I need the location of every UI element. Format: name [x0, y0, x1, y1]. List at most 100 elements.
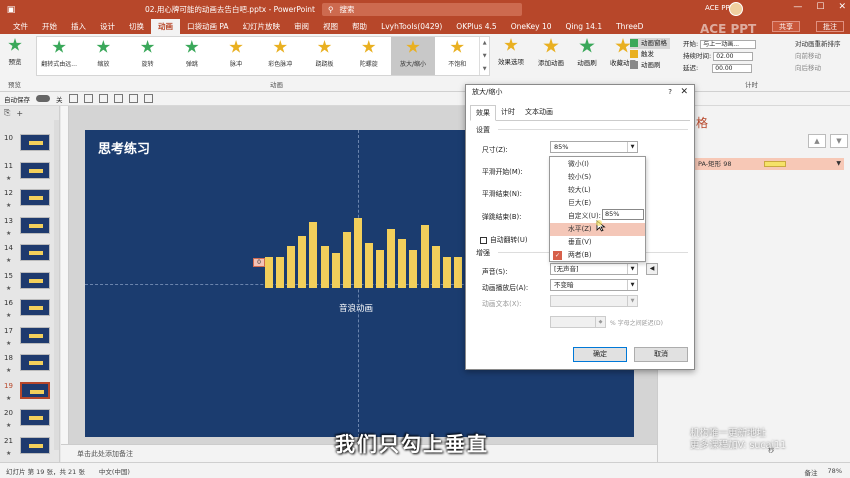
tab-6[interactable]: 口袋动画 PA [180, 19, 236, 34]
tab-15[interactable]: ThreeD [609, 19, 650, 34]
cancel-button[interactable]: 取消 [634, 347, 688, 362]
autosave-toggle[interactable] [36, 95, 50, 102]
comment-button[interactable]: 批注 [816, 21, 844, 32]
duration-input[interactable]: 02.00 [713, 51, 754, 61]
tab-7[interactable]: 幻灯片放映 [236, 19, 288, 34]
sound-wave-bar[interactable] [453, 256, 462, 288]
size-option[interactable]: ✓ 两者(B) [550, 249, 645, 262]
slide-thumbnail[interactable]: 14 ★ [4, 244, 59, 269]
notes-toggle[interactable]: 备注 [805, 467, 818, 477]
auto-reverse-checkbox[interactable]: 自动翻转(U) [480, 234, 527, 244]
sound-volume-icon[interactable]: ◀ [646, 263, 658, 275]
chevron-down-icon[interactable]: ▼ [836, 158, 841, 170]
size-option[interactable]: 垂直(V) [550, 236, 645, 249]
maximize-button[interactable]: ☐ [816, 2, 824, 12]
slide-thumbnail[interactable]: 15 ★ [4, 271, 59, 297]
slide-thumbnail[interactable]: 13 ★ [4, 216, 59, 242]
animation-pane-button[interactable]: 动画窗格 [630, 38, 670, 49]
sound-wave-bar[interactable] [353, 218, 362, 288]
move-earlier-button[interactable]: 向前移动 [795, 50, 841, 62]
close-button[interactable]: ✕ [838, 2, 846, 12]
zoom-level[interactable]: 78% [828, 467, 842, 477]
sound-wave-bar[interactable] [431, 246, 440, 288]
slide-thumbnail[interactable]: 17 ★ [4, 326, 59, 352]
ok-button[interactable]: 确定 [573, 347, 627, 362]
animation-gallery-item[interactable]: 缩放 [81, 37, 125, 75]
move-up-button[interactable]: ▲ [808, 134, 826, 148]
sound-wave-bar[interactable] [420, 225, 429, 288]
slide-thumbnail[interactable]: 18 ★ [4, 354, 59, 379]
distribute-icon[interactable] [143, 94, 153, 103]
redo-icon[interactable] [98, 94, 108, 103]
tab-14[interactable]: Qing 14.1 [559, 19, 610, 34]
anim-painter-button[interactable]: 动画刷 [571, 38, 603, 67]
trigger-button[interactable]: 触发 [630, 49, 670, 60]
tab-5[interactable]: 动画 [151, 19, 180, 34]
sound-wave-bar[interactable] [409, 249, 418, 288]
start-select[interactable]: 与上一动画... [700, 39, 757, 49]
delay-input[interactable]: 00.00 [712, 63, 753, 73]
tab-effect[interactable]: 效果 [470, 105, 496, 121]
slide-thumbnail[interactable]: 20 ★ [4, 409, 59, 434]
slide-caption[interactable]: 音浪动画 [339, 302, 373, 314]
sound-wave-bar[interactable] [387, 228, 396, 288]
sound-select[interactable]: [无声音] ▼ [550, 263, 638, 275]
animation-tag[interactable]: 0 [253, 258, 265, 267]
more-icon[interactable]: ▼ [483, 66, 487, 72]
size-option[interactable]: 微小(I) [550, 158, 645, 171]
language-indicator[interactable]: 中文(中国) [99, 466, 130, 476]
sound-wave-bar[interactable] [331, 253, 340, 288]
tab-11[interactable]: LvyhTools(0429) [374, 19, 449, 34]
sound-wave-bar[interactable] [309, 221, 318, 288]
save-icon[interactable]: ▣ [6, 5, 16, 15]
tab-12[interactable]: OKPlus 4.5 [449, 19, 503, 34]
sound-wave-bar[interactable] [365, 242, 373, 288]
size-select[interactable]: 85% ▼ [550, 141, 638, 153]
tab-8[interactable]: 审阅 [287, 19, 316, 34]
slide-thumbnail[interactable]: 10 [4, 134, 59, 159]
new-section-icon[interactable]: ⎘ [4, 108, 10, 118]
tab-13[interactable]: OneKey 10 [504, 19, 559, 34]
tab-1[interactable]: 开始 [35, 19, 64, 34]
anim-brush-button[interactable]: 动画刷 [630, 60, 670, 71]
effect-options-button[interactable]: 效果选项 [495, 38, 527, 66]
animation-gallery-item[interactable]: 跷跷板 [302, 37, 346, 75]
sound-wave-bar[interactable] [376, 249, 385, 288]
help-button[interactable]: ? [668, 85, 672, 99]
animation-gallery-item[interactable]: 彩色脉冲 [258, 37, 302, 75]
after-animation-select[interactable]: 不变暗 ▼ [550, 279, 638, 291]
dialog-close-button[interactable]: ✕ [680, 85, 688, 99]
tab-text-animation[interactable]: 文本动画 [520, 105, 558, 120]
slide-thumbnail[interactable]: 21 ★ [4, 436, 59, 462]
tab-10[interactable]: 帮助 [345, 19, 374, 34]
animation-gallery-item[interactable]: 翻转式由远... [37, 37, 81, 75]
animation-gallery-item[interactable]: 弹跳 [170, 37, 214, 75]
animation-gallery-item[interactable]: 旋转 [125, 37, 169, 75]
sound-wave-bar[interactable] [287, 246, 296, 288]
animation-gallery-item[interactable]: 脉冲 [214, 37, 258, 75]
sound-wave-bar[interactable] [265, 256, 273, 288]
chevron-up-icon[interactable]: ▲ [483, 40, 487, 46]
preview-button[interactable]: 预览 [4, 38, 26, 66]
tab-0[interactable]: 文件 [6, 19, 35, 34]
animation-list-item[interactable]: PA-矩形 98 ▼ [694, 158, 844, 170]
tab-4[interactable]: 切换 [122, 19, 151, 34]
add-animation-button[interactable]: 添加动画 [535, 38, 567, 67]
undo-icon[interactable] [83, 94, 93, 103]
sound-wave-bar[interactable] [442, 256, 451, 288]
add-slide-icon[interactable]: + [16, 109, 23, 118]
tab-9[interactable]: 视图 [316, 19, 345, 34]
sound-wave-bar[interactable] [398, 239, 407, 288]
slide-thumbnail[interactable]: 12 ★ [4, 189, 59, 214]
slide-thumbnail[interactable]: 16 ★ [4, 299, 59, 324]
move-down-button[interactable]: ▼ [830, 134, 848, 148]
search-box[interactable]: ⚲ 搜索 [322, 3, 522, 16]
avatar[interactable] [729, 2, 743, 16]
sound-wave-bars[interactable] [265, 218, 465, 288]
format-painter-icon[interactable] [113, 94, 123, 103]
minimize-button[interactable]: — [793, 2, 802, 12]
custom-size-input[interactable]: 85% [602, 209, 644, 220]
tab-3[interactable]: 设计 [93, 19, 122, 34]
slide-thumbnail[interactable]: 11 ★ [4, 161, 59, 187]
sound-wave-bar[interactable] [298, 235, 307, 288]
